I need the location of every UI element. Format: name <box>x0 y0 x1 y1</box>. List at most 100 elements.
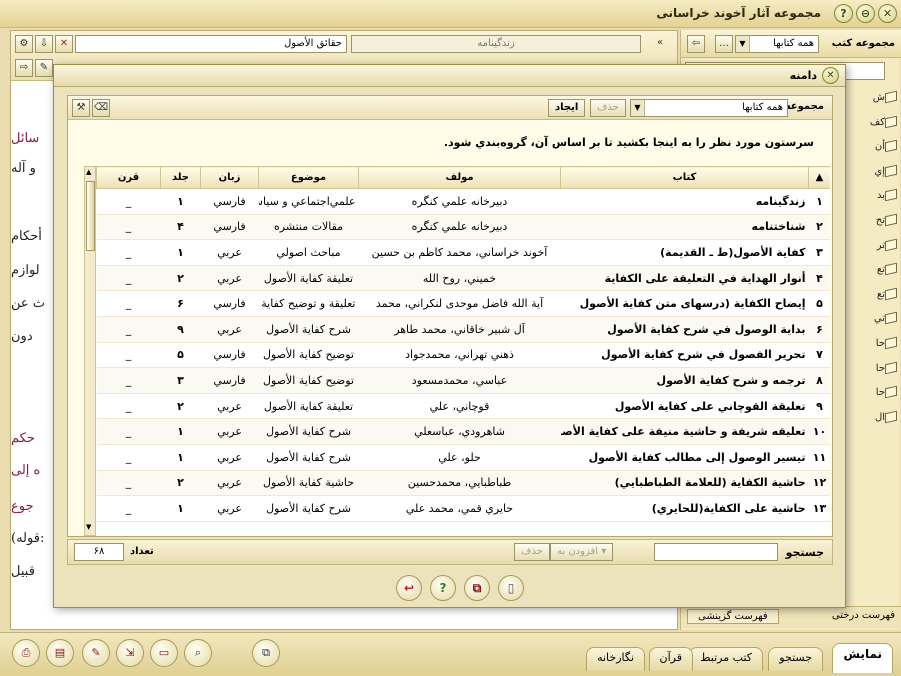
tree-item-label: تح <box>875 215 885 226</box>
table-row[interactable]: ۸ ترجمه و شرح كفاية الأصول عباسي، محمدمسعو… <box>96 367 830 394</box>
col-subject-header[interactable]: موضوع <box>258 166 359 189</box>
collection-select[interactable]: همه کتابها ▼ <box>735 35 819 53</box>
help-icon[interactable]: ? <box>834 4 853 23</box>
tree-item[interactable]: حا <box>867 385 897 407</box>
row-index: ۱۲ <box>808 470 830 497</box>
tree-item[interactable]: بد <box>867 189 897 210</box>
table-row[interactable]: ۱۱ تيسير الوصول إلى مطالب كفاية الأصول حلو… <box>96 444 830 471</box>
tab-gallery[interactable]: نگارخانه <box>586 647 645 671</box>
table-row[interactable]: ۳ كفاية الأصول(ط ـ القديمة) آخوند خراساني،… <box>96 239 830 266</box>
table-row[interactable]: ۱ زندگینامه دبیرخانه علمي کنگره علمي‌اجتماع… <box>96 188 830 215</box>
book-icon[interactable]: ▤ <box>46 639 74 667</box>
col-volume-header[interactable]: جلد <box>160 166 201 189</box>
search-icon[interactable]: ⌕ <box>184 639 212 667</box>
tree-item[interactable]: ال <box>867 410 897 432</box>
tab-search[interactable]: جستجو <box>768 647 823 671</box>
compare-icon[interactable]: ⧉ <box>252 639 280 667</box>
col-book-header[interactable]: کتاب <box>560 166 809 189</box>
row-subject: شرح كفاية الأصول <box>258 444 359 471</box>
row-index: ۴ <box>808 265 830 292</box>
search-input[interactable] <box>654 543 778 561</box>
settings-icon[interactable]: ⚙ <box>15 35 33 53</box>
note-icon[interactable]: ✎ <box>82 639 110 667</box>
tab-related-books[interactable]: کتب مرتبط <box>689 647 763 671</box>
download-icon[interactable]: ⇩ <box>35 35 53 53</box>
back-arrow-icon[interactable]: ⇦ <box>687 35 705 53</box>
row-book-title: شناختنامه <box>560 214 809 241</box>
edit-icon[interactable]: ✎ <box>35 59 53 77</box>
tree-item[interactable]: إي <box>867 164 897 186</box>
row-volume: ۱ <box>160 444 201 471</box>
tree-item[interactable]: تي <box>867 312 897 333</box>
close-icon[interactable]: ✕ <box>878 4 897 23</box>
col-language-header[interactable]: زبان <box>200 166 259 189</box>
tree-item[interactable]: تع <box>867 262 897 284</box>
tree-item[interactable]: تع <box>867 287 897 309</box>
row-index: ۱۰ <box>808 418 830 445</box>
collection-select-value: همه کتابها <box>773 38 814 49</box>
tab-tree-list[interactable]: فهرست درختی <box>832 610 895 621</box>
table-row[interactable]: ۴ أنوار الهداية في التعليقة على الكفاية خم… <box>96 265 830 292</box>
eraser-icon[interactable]: ⌫ <box>92 99 110 117</box>
col-index-header[interactable]: ▲ <box>808 166 830 189</box>
tree-item[interactable]: کف <box>867 115 897 137</box>
tab-quran[interactable]: قرآن <box>648 647 693 671</box>
print-icon[interactable]: ⎙ <box>12 639 40 667</box>
table-row[interactable]: ۹ تعليقة القوچاني على كفاية الأصول قوچاني،… <box>96 393 830 420</box>
row-language: عربي <box>200 393 259 420</box>
scroll-up-icon[interactable]: ▲ <box>86 168 91 176</box>
dialog-collection-select[interactable]: همه کتابها ▼ <box>630 99 788 117</box>
scrollbar-thumb[interactable] <box>86 181 95 251</box>
table-row[interactable]: ۶ بداية الوصول في شرح كفاية الأصول آل شبير… <box>96 316 830 343</box>
tree-item[interactable]: حا <box>867 336 897 358</box>
return-icon[interactable]: ↩ <box>396 575 422 601</box>
close-icon[interactable]: ✕ <box>822 67 839 84</box>
row-subject: علمي‌اجتماعي و سياسي <box>258 188 359 215</box>
tree-tabs: فهرست درختی فهرست گزینشی <box>681 606 901 628</box>
double-chevron-left-icon[interactable]: « <box>651 35 669 53</box>
tree-item-label: أن <box>874 141 885 153</box>
tree-item[interactable]: تح <box>867 213 897 235</box>
table-row[interactable]: ۵ إيضاح الكفاية (درسهاى متن كفاية الأصول آ… <box>96 290 830 317</box>
tree-item[interactable]: تر <box>867 238 897 260</box>
col-century-header[interactable]: قرن <box>96 166 161 189</box>
tree-item[interactable]: أن <box>867 139 897 161</box>
delete-scope-button[interactable]: حذف <box>590 99 626 117</box>
open-window-icon[interactable]: ⧉ <box>464 575 490 601</box>
dialog-titlebar: دامنه ✕ <box>54 65 845 87</box>
help-icon[interactable]: ? <box>430 575 456 601</box>
book-title-field[interactable]: حقائق الأصول <box>75 35 347 53</box>
text-line: لوازم <box>11 263 40 278</box>
scroll-down-icon[interactable]: ▼ <box>86 523 91 531</box>
more-options-icon[interactable]: … <box>715 35 733 53</box>
row-index: ۵ <box>808 290 830 317</box>
create-scope-button[interactable]: ایجاد <box>548 99 586 117</box>
book-icon <box>885 385 897 399</box>
tools-icon[interactable]: ⚒ <box>72 99 90 117</box>
remove-button[interactable]: حذف <box>514 543 550 561</box>
row-book-title: إيضاح الكفاية (درسهاى متن كفاية الأصول <box>560 290 809 317</box>
close-book-icon[interactable]: ✕ <box>55 35 73 53</box>
add-to-button[interactable]: افزودن به ▾ <box>550 543 614 561</box>
count-value: ۶۸ <box>74 543 124 561</box>
layout-icon[interactable]: ▭ <box>150 639 178 667</box>
table-row[interactable]: ۱۲ حاشية الكفاية (للعلامة الطباطبايي) طباط… <box>96 470 830 497</box>
table-row[interactable]: ۱۳ حاشية على الكفاية(للحايري) حايري قمي، م… <box>96 495 830 522</box>
biography-field[interactable]: زندگینامه <box>351 35 641 53</box>
tree-item[interactable]: حا <box>867 361 897 383</box>
forward-arrow-icon[interactable]: ⇨ <box>15 59 33 77</box>
tab-display[interactable]: نمایش <box>832 643 893 673</box>
page-icon[interactable]: ▯ <box>498 575 524 601</box>
export-icon[interactable]: ⇲ <box>116 639 144 667</box>
table-scrollbar[interactable]: ▲ ▼ <box>84 166 96 536</box>
row-index: ۱ <box>808 188 830 215</box>
row-index: ۱۳ <box>808 495 830 522</box>
table-row[interactable]: ۱۰ تعليقه شريفة و حاشية منيفة على كفاية ا… <box>96 418 830 445</box>
col-author-header[interactable]: مولف <box>358 166 561 189</box>
tab-selected-list[interactable]: فهرست گزینشی <box>687 609 779 624</box>
table-row[interactable]: ۷ تحرير الفصول في شرح كفاية الأصول ذهني ته… <box>96 342 830 369</box>
minimize-icon[interactable]: ⊖ <box>856 4 875 23</box>
text-line: ه إلى <box>11 463 41 478</box>
table-row[interactable]: ۲ شناختنامه دبیرخانه علمي کنگره مقالات منتش… <box>96 214 830 241</box>
tree-item[interactable]: ش <box>867 90 897 112</box>
